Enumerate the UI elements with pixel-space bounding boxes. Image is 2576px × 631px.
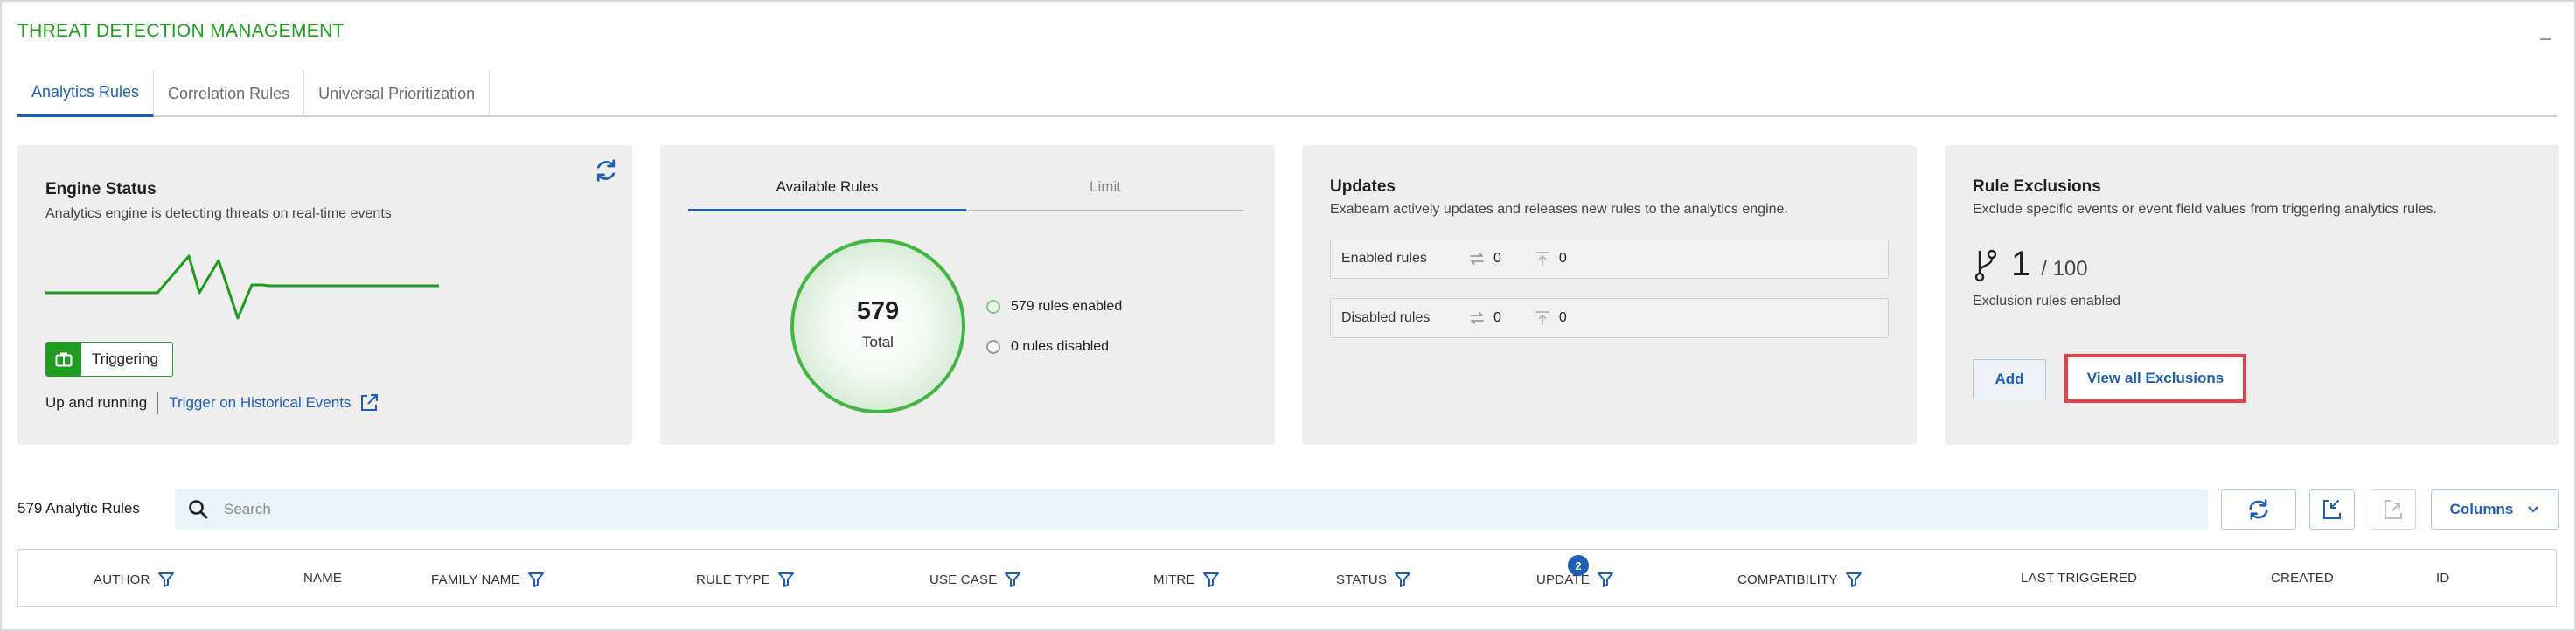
disabled-changed-count: 0 [1493,310,1501,325]
disabled-dot-icon [986,340,1000,354]
enabled-rules-label: Enabled rules [1341,251,1427,266]
analytic-rules-count: 579 Analytic Rules [17,500,140,517]
col-family-name[interactable]: FAMILY NAME [431,571,545,588]
tab-universal-prioritization[interactable]: Universal Prioritization [304,70,491,117]
export-rules-button[interactable] [2371,489,2416,530]
exclusions-caption: Exclusion rules enabled [1973,294,2120,309]
col-created[interactable]: CREATED [2271,571,2334,586]
col-mitre[interactable]: MITRE [1153,571,1220,588]
page-title: THREAT DETECTION MANAGEMENT [17,21,345,41]
engine-status-subtitle: Analytics engine is detecting threats on… [45,206,392,221]
rules-total-value: 579 [856,297,900,325]
triggering-label: Triggering [92,350,158,367]
filter-icon[interactable] [1394,571,1411,588]
exclusions-count: 1 / 100 [1973,245,2088,284]
disabled-rules-label: Disabled rules [1341,310,1431,325]
minimize-icon[interactable] [2540,38,2551,40]
import-rules-button[interactable] [2309,489,2355,530]
tab-analytics-rules[interactable]: Analytics Rules [17,70,155,117]
external-link-icon[interactable] [359,393,379,413]
update-filter-count-badge: 2 [1568,555,1589,576]
available-rules-tabs: Available Rules Limit [688,164,1244,211]
legend-enabled-label: 579 rules enabled [1011,299,1123,314]
disabled-new-count: 0 [1558,310,1567,325]
briefcase-icon [46,343,81,376]
new-rules-icon [1535,252,1549,266]
triggering-badge: Triggering [45,342,173,377]
col-name[interactable]: NAME [303,571,342,586]
legend-disabled: 0 rules disabled [986,339,1109,355]
exclusions-max-value: / 100 [2041,257,2088,281]
tab-available-rules[interactable]: Available Rules [688,164,966,211]
tab-limit[interactable]: Limit [966,164,1244,211]
changed-rules-icon [1470,312,1484,324]
search-bar [175,489,2208,530]
sync-icon [2249,499,2268,520]
enabled-rules-updates[interactable]: Enabled rules 0 0 [1330,239,1889,279]
search-icon [189,500,208,519]
tab-bar: Analytics Rules Correlation Rules Univer… [17,70,2557,117]
enabled-changed-count: 0 [1493,251,1501,266]
rules-total-label: Total [862,334,894,350]
filter-icon[interactable] [777,571,795,588]
filter-icon[interactable] [1845,571,1862,588]
refresh-icon[interactable] [593,157,619,184]
filter-icon[interactable] [1202,571,1220,588]
engine-status-title: Engine Status [45,180,157,198]
divider [157,392,159,414]
export-icon [2385,500,2402,519]
filter-icon[interactable] [1597,571,1614,588]
branch-icon [1974,249,1997,281]
col-use-case[interactable]: USE CASE [929,571,1021,588]
col-compatibility[interactable]: COMPATIBILITY [1737,571,1862,588]
heartbeat-line [45,254,439,320]
exclusions-subtitle: Exclude specific events or event field v… [1973,202,2437,217]
chevron-down-icon [2528,506,2539,513]
filter-icon[interactable] [527,571,545,588]
exclusions-count-value: 1 [2011,245,2031,283]
search-input[interactable] [224,501,2148,518]
filter-icon[interactable] [157,571,175,588]
trigger-historical-link[interactable]: Trigger on Historical Events [169,394,351,412]
import-icon [2323,500,2341,519]
exclusions-title: Rule Exclusions [1973,177,2101,196]
filter-icon[interactable] [1004,571,1021,588]
columns-label: Columns [2449,501,2514,517]
col-author[interactable]: AUTHOR [94,571,175,588]
updates-title: Updates [1330,177,1396,196]
tab-correlation-rules[interactable]: Correlation Rules [154,70,305,117]
col-last-triggered[interactable]: LAST TRIGGERED [2021,571,2137,586]
engine-status-line: Up and running Trigger on Historical Eve… [45,392,379,414]
disabled-rules-updates[interactable]: Disabled rules 0 0 [1330,298,1889,338]
col-status[interactable]: STATUS [1336,571,1411,588]
col-id[interactable]: ID [2436,571,2449,586]
changed-rules-icon [1470,253,1484,265]
rules-donut-chart [790,239,965,413]
table-header: AUTHOR NAME FAMILY NAME RULE TYPE USE CA… [17,549,2557,607]
refresh-table-button[interactable] [2221,489,2296,530]
enabled-new-count: 0 [1558,251,1567,266]
columns-button[interactable]: Columns [2431,489,2559,530]
enabled-dot-icon [986,300,1000,314]
updates-subtitle: Exabeam actively updates and releases ne… [1330,202,1788,217]
view-all-exclusions-button[interactable]: View all Exclusions [2064,354,2246,403]
legend-enabled: 579 rules enabled [986,299,1122,315]
col-rule-type[interactable]: RULE TYPE [696,571,795,588]
engine-running-text: Up and running [45,394,148,411]
new-rules-icon [1535,311,1549,325]
legend-disabled-label: 0 rules disabled [1011,339,1110,354]
add-exclusion-button[interactable]: Add [1973,359,2046,399]
